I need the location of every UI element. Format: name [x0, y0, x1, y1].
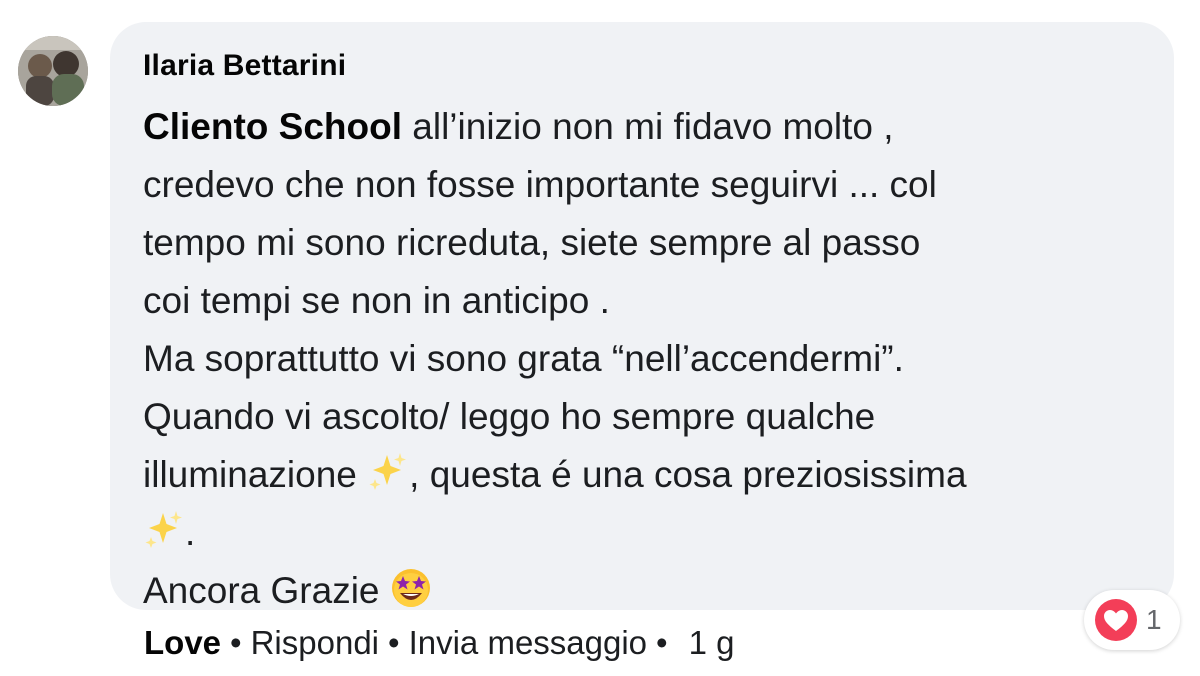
separator: • — [388, 624, 400, 661]
comment-text: . — [185, 512, 196, 553]
mention-link[interactable]: Cliento School — [143, 106, 402, 147]
comment-line-3: tempo mi sono ricreduta, siete sempre al… — [143, 222, 921, 263]
comment-bubble: Ilaria Bettarini Cliento School all’iniz… — [110, 22, 1174, 611]
star-struck-emoji-icon — [390, 567, 432, 609]
comment-line-7: illuminazione , questa é una cosa prezio… — [143, 446, 1144, 504]
comment-text: Ancora Grazie — [143, 570, 380, 611]
comment-text: illuminazione — [143, 454, 357, 495]
comment-line-6: Quando vi ascolto/ leggo ho sempre qualc… — [143, 396, 876, 437]
comment-line-4: coi tempi se non in anticipo . — [143, 280, 610, 321]
comment-timestamp[interactable]: 1 g — [689, 624, 735, 662]
comment-line-9: Ancora Grazie — [143, 562, 1144, 620]
sparkles-icon — [143, 509, 185, 551]
comment-text: , questa é una cosa preziosissima — [409, 454, 967, 495]
love-button[interactable]: Love — [144, 624, 221, 662]
comment-actions: Love • Rispondi • Invia messaggio • 1 g — [144, 616, 734, 670]
comment-text: all’inizio non mi fidavo molto , — [402, 106, 894, 147]
reply-button[interactable]: Rispondi — [251, 624, 379, 662]
separator: • — [656, 624, 668, 661]
comment-line-2: credevo che non fosse importante seguirv… — [143, 164, 937, 205]
comment-body: Cliento School all’inizio non mi fidavo … — [143, 98, 1144, 620]
comment-thread: Ilaria Bettarini Cliento School all’iniz… — [0, 0, 1200, 676]
comment-author[interactable]: Ilaria Bettarini — [143, 46, 1144, 86]
comment-line-1: Cliento School all’inizio non mi fidavo … — [143, 98, 1144, 156]
sparkles-icon — [367, 451, 409, 493]
comment-line-5: Ma soprattutto vi sono grata “nell’accen… — [143, 338, 904, 379]
send-message-button[interactable]: Invia messaggio — [409, 624, 647, 662]
avatar[interactable] — [18, 36, 88, 106]
profile-photo — [18, 36, 88, 106]
love-heart-icon — [1095, 599, 1137, 641]
separator: • — [230, 624, 242, 661]
reaction-summary[interactable]: 1 — [1084, 590, 1180, 650]
reaction-count: 1 — [1146, 604, 1162, 635]
comment-line-8: . — [143, 504, 1144, 562]
